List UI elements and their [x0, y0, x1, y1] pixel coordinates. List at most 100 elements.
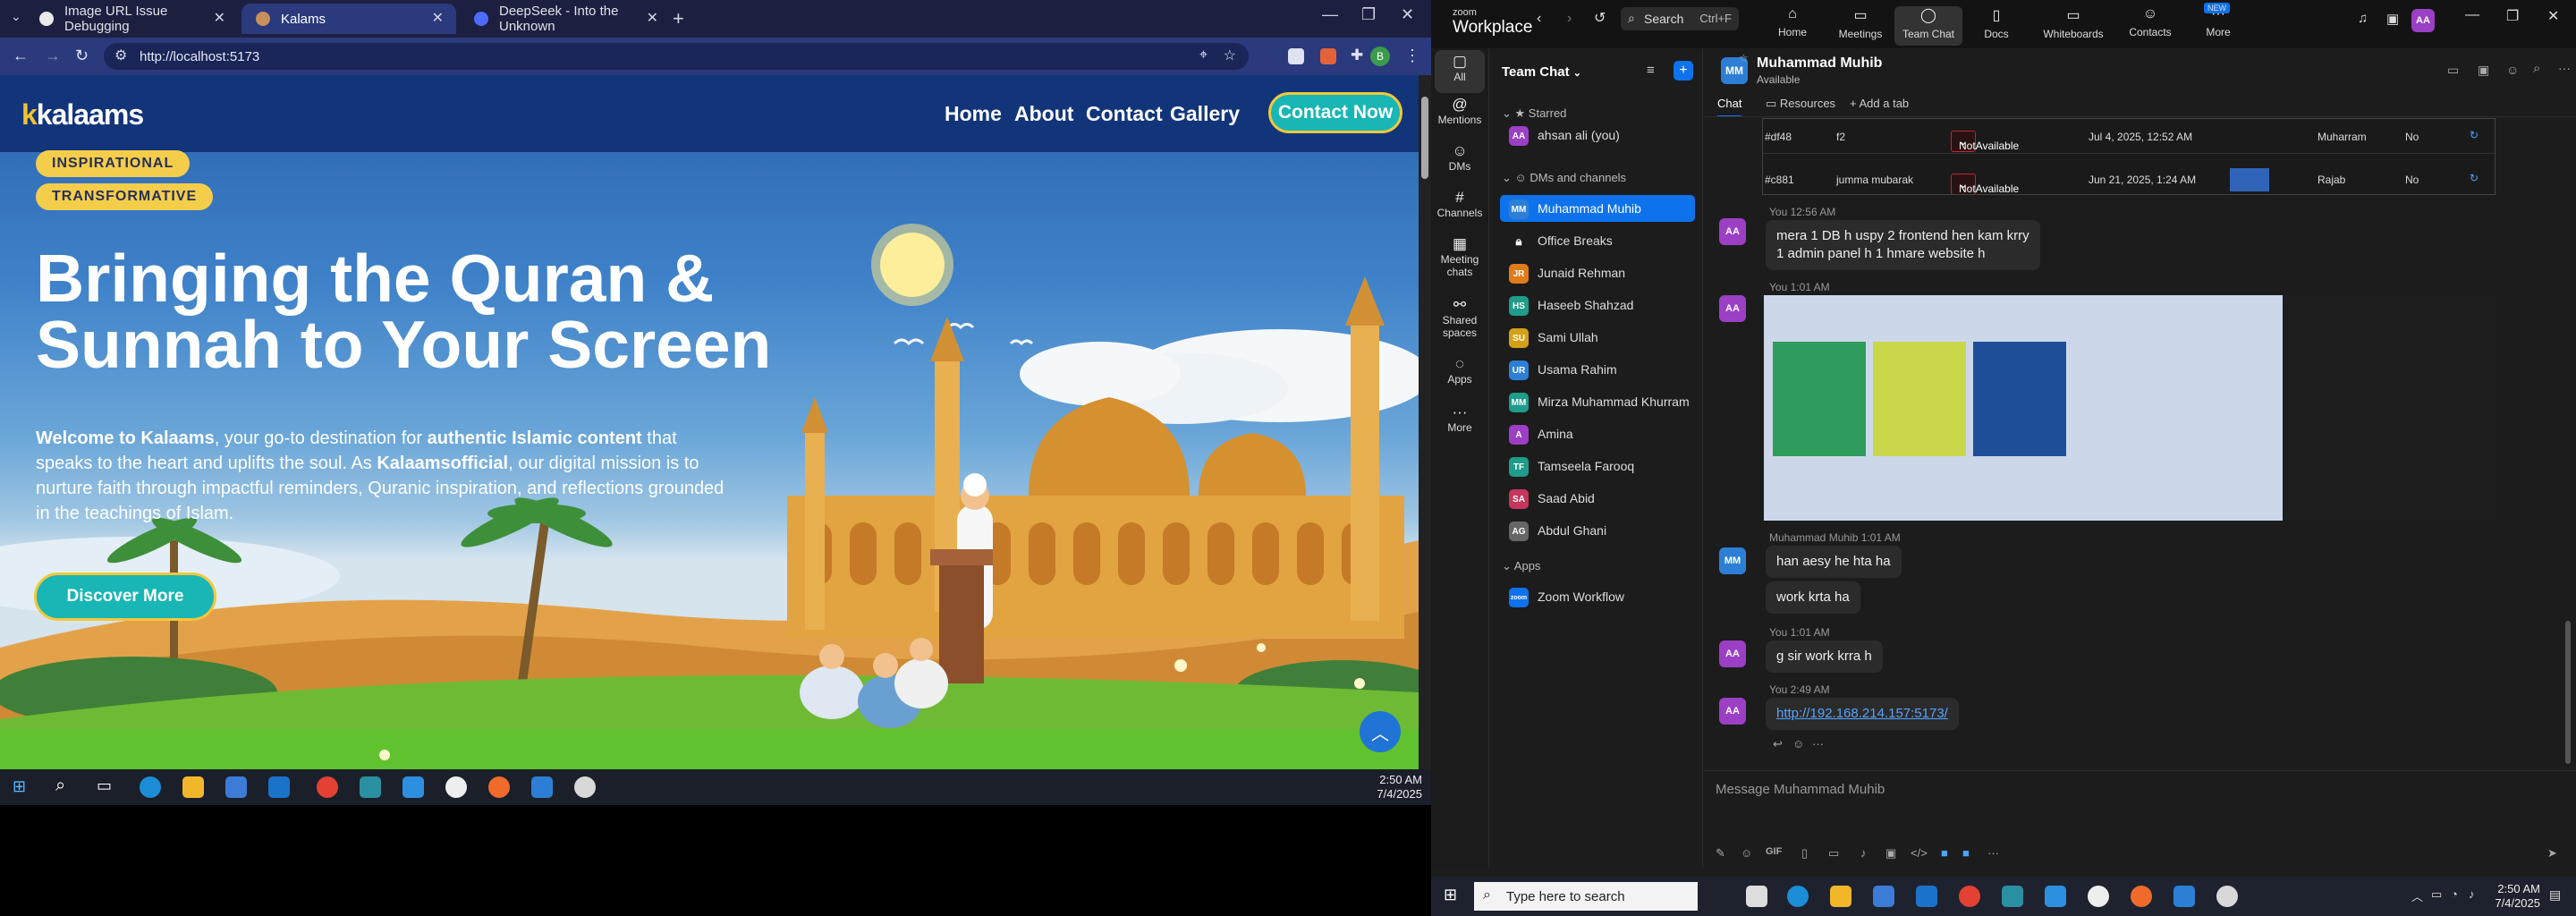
- filter-icon[interactable]: ≡: [1647, 63, 1655, 78]
- contact-now-button[interactable]: Contact Now: [1268, 92, 1402, 133]
- app-icon[interactable]: [445, 776, 467, 798]
- extensions-puzzle-icon[interactable]: ✚: [1351, 47, 1363, 64]
- tab-chat[interactable]: Chat: [1717, 97, 1742, 117]
- message-bubble[interactable]: mera 1 DB h uspy 2 frontend hen kam krry…: [1766, 220, 2040, 270]
- site-info-icon[interactable]: ⚙: [114, 47, 127, 64]
- chat-scrollbar[interactable]: [2565, 621, 2571, 764]
- nav-contact[interactable]: Contact: [1086, 102, 1163, 126]
- emoji-icon[interactable]: ☺: [1792, 737, 1804, 751]
- nav-gallery[interactable]: Gallery: [1170, 102, 1240, 126]
- profile-avatar[interactable]: B: [1370, 47, 1390, 66]
- browser-menu-icon[interactable]: ⋮: [1404, 47, 1420, 65]
- vscode-icon[interactable]: [402, 776, 424, 798]
- close-tab-icon[interactable]: ✕: [647, 9, 658, 27]
- tab-list-icon[interactable]: ⌄: [11, 9, 21, 24]
- network-icon[interactable]: ▭: [2431, 887, 2442, 902]
- rail-channels[interactable]: # Channels: [1435, 190, 1485, 219]
- contact-muhammad-muhib[interactable]: MM Muhammad Muhib: [1500, 195, 1695, 222]
- rail-shared-spaces[interactable]: ⚯ Shared spaces: [1435, 297, 1485, 339]
- windows-start-icon[interactable]: ⊞: [13, 777, 26, 796]
- contact-tamseela-farooq[interactable]: TF Tamseela Farooq: [1500, 453, 1695, 479]
- calendar-icon[interactable]: ▣: [2386, 11, 2399, 27]
- section-apps[interactable]: ⌄ Apps: [1502, 559, 1540, 573]
- shared-link[interactable]: http://192.168.214.157:5173/: [1776, 706, 1948, 721]
- app-icon[interactable]: ■: [1941, 846, 1948, 860]
- scrollbar-thumb[interactable]: [1421, 97, 1428, 179]
- task-view-icon[interactable]: ▭: [97, 776, 112, 795]
- contact-self[interactable]: AA ahsan ali (you): [1500, 122, 1695, 148]
- app-icon[interactable]: [2088, 886, 2109, 907]
- app-icon[interactable]: [360, 776, 381, 798]
- task-view-icon[interactable]: [1746, 886, 1767, 907]
- scroll-to-top-button[interactable]: ︿: [1360, 711, 1401, 752]
- tray-chevron-icon[interactable]: ︿: [2411, 887, 2423, 904]
- zoom-search-input[interactable]: ⌕ Search Ctrl+F: [1621, 7, 1739, 30]
- store-icon[interactable]: [225, 776, 247, 798]
- postman-icon[interactable]: [488, 776, 510, 798]
- rail-apps[interactable]: ◌ Apps: [1435, 356, 1485, 386]
- close-tab-icon[interactable]: ✕: [432, 9, 444, 27]
- gif-button[interactable]: GIF: [1766, 846, 1782, 857]
- tab-deepseek[interactable]: DeepSeek - Into the Unknown ✕: [460, 4, 671, 34]
- app-icon[interactable]: [2002, 886, 2023, 907]
- contact-abdul-ghani[interactable]: AG Abdul Ghani: [1500, 517, 1695, 544]
- file-explorer-icon[interactable]: [182, 776, 204, 798]
- mail-icon[interactable]: [1916, 886, 1937, 907]
- image-attachment[interactable]: [1764, 295, 2496, 521]
- notification-bell-icon[interactable]: ♫: [2358, 11, 2368, 26]
- vscode-icon[interactable]: [2045, 886, 2066, 907]
- user-avatar[interactable]: AA: [2411, 9, 2435, 32]
- section-dms-channels[interactable]: ⌄ ☺ DMs and channels: [1502, 171, 1626, 185]
- chat-title[interactable]: Muhammad Muhib: [1757, 55, 1882, 72]
- rail-more[interactable]: ··· More: [1435, 404, 1485, 434]
- code-icon[interactable]: </>: [1911, 846, 1928, 860]
- left-clock[interactable]: 2:50 AM 7/4/2025: [1377, 773, 1422, 802]
- emoji-icon[interactable]: ☺: [1741, 846, 1752, 860]
- close-tab-icon[interactable]: ✕: [214, 9, 225, 27]
- search-icon[interactable]: ⌕: [55, 776, 65, 796]
- restore-icon[interactable]: ❐: [1361, 5, 1376, 24]
- file-explorer-icon[interactable]: [1830, 886, 1852, 907]
- edge-icon[interactable]: [1787, 886, 1809, 907]
- kalaams-logo[interactable]: kkalaams: [21, 98, 144, 131]
- rail-meeting-chats[interactable]: ▦ Meeting chats: [1435, 236, 1485, 278]
- nav-contacts[interactable]: ☺ Contacts: [2116, 6, 2184, 38]
- taskbar-search-input[interactable]: ⌕ Type here to search: [1474, 882, 1698, 911]
- rail-dms[interactable]: ☺ DMs: [1435, 143, 1485, 173]
- app-icon[interactable]: [2216, 886, 2238, 907]
- zoom-icon[interactable]: [2174, 886, 2195, 907]
- minimize-icon[interactable]: —: [1322, 5, 1338, 24]
- postman-icon[interactable]: [2131, 886, 2152, 907]
- windows-start-icon[interactable]: ⊞: [1444, 886, 1457, 904]
- reply-icon[interactable]: ↩: [1773, 737, 1783, 751]
- rail-mentions[interactable]: @ Mentions: [1435, 97, 1485, 126]
- tab-resources[interactable]: ▭ Resources: [1766, 97, 1835, 111]
- volume-icon[interactable]: ♪: [2469, 887, 2475, 901]
- back-icon[interactable]: ‹: [1537, 11, 1541, 27]
- contact-usama-rahim[interactable]: UR Usama Rahim: [1500, 356, 1695, 383]
- nav-docs[interactable]: ▯ Docs: [1962, 6, 2030, 40]
- contact-junaid-rehman[interactable]: JR Junaid Rehman: [1500, 259, 1695, 286]
- chrome-icon[interactable]: [1959, 886, 1980, 907]
- microphone-icon[interactable]: ♪: [1860, 846, 1867, 860]
- members-icon[interactable]: ☺: [2506, 63, 2519, 77]
- history-icon[interactable]: ↺: [1594, 9, 1606, 27]
- more-dots-icon[interactable]: ···: [1987, 846, 1999, 860]
- edge-icon[interactable]: [140, 776, 161, 798]
- rail-all[interactable]: ▢ All: [1435, 50, 1485, 93]
- extension-icon[interactable]: [1320, 48, 1336, 64]
- team-chat-header[interactable]: Team Chat ⌄: [1502, 64, 1581, 80]
- star-icon[interactable]: ☆: [1739, 52, 1749, 64]
- tab-image-url-issue[interactable]: Image URL Issue Debugging ✕: [25, 4, 238, 34]
- discover-more-button[interactable]: Discover More: [34, 572, 216, 621]
- right-clock[interactable]: 2:50 AM 7/4/2025: [2495, 882, 2540, 911]
- contact-amina[interactable]: A Amina: [1500, 420, 1695, 447]
- contact-haseeb-shahzad[interactable]: HS Haseeb Shahzad: [1500, 292, 1695, 318]
- screenshot-icon[interactable]: ▭: [1828, 846, 1839, 861]
- nav-about[interactable]: About: [1014, 102, 1073, 126]
- page-scrollbar[interactable]: [1419, 75, 1431, 769]
- message-bubble[interactable]: g sir work krra h: [1766, 640, 1883, 673]
- url-input[interactable]: ⚙ http://localhost:5173 ⌖ ☆: [104, 43, 1249, 70]
- more-dots-icon[interactable]: ···: [2558, 61, 2571, 75]
- mail-icon[interactable]: [268, 776, 290, 798]
